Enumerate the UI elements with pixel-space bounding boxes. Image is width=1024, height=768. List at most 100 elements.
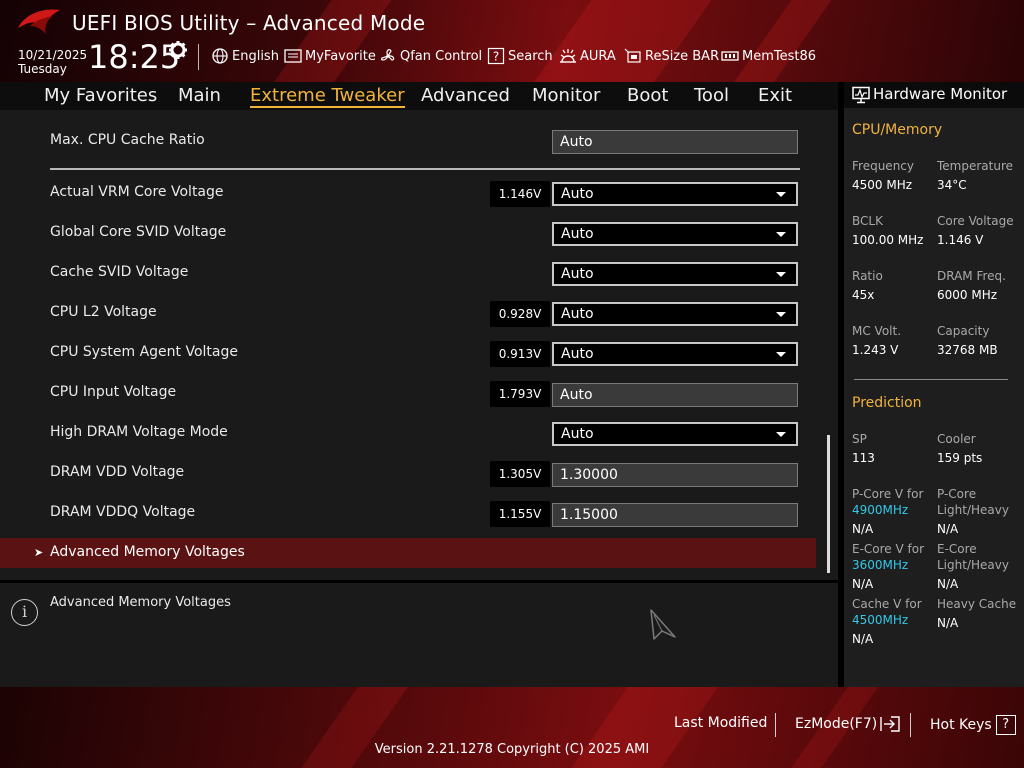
voltage-readout: 0.928V bbox=[490, 301, 550, 327]
voltage-readout: 1.305V bbox=[490, 461, 550, 487]
tab-main[interactable]: Main bbox=[178, 85, 221, 106]
search-label: Search bbox=[508, 48, 553, 64]
ratio-label: Ratio bbox=[852, 269, 883, 283]
setting-row-high-dram-voltage-mode: High DRAM Voltage Mode Auto bbox=[0, 418, 838, 458]
hot-keys-button[interactable]: Hot Keys ? bbox=[930, 715, 1016, 735]
voltage-readout: 1.146V bbox=[490, 181, 550, 207]
tab-exit[interactable]: Exit bbox=[758, 85, 792, 106]
scrollbar[interactable] bbox=[827, 435, 830, 573]
actual-vrm-core-voltage-select[interactable]: Auto bbox=[552, 182, 798, 206]
cache-v-value: N/A bbox=[852, 632, 874, 646]
dram-freq-label: DRAM Freq. bbox=[937, 269, 1006, 283]
help-key-icon: ? bbox=[995, 715, 1016, 735]
last-modified-button[interactable]: Last Modified bbox=[674, 715, 767, 731]
rog-logo-icon bbox=[18, 9, 60, 34]
chevron-down-icon bbox=[776, 232, 786, 237]
tab-extreme-tweaker[interactable]: Extreme Tweaker bbox=[250, 85, 405, 108]
info-icon: i bbox=[11, 599, 38, 626]
tab-advanced[interactable]: Advanced bbox=[421, 85, 510, 106]
setting-row-cpu-l2-voltage: CPU L2 Voltage 0.928V Auto bbox=[0, 298, 838, 338]
submenu-label: Advanced Memory Voltages bbox=[50, 544, 245, 560]
app-title: UEFI BIOS Utility – Advanced Mode bbox=[72, 11, 426, 35]
tab-my-favorites[interactable]: My Favorites bbox=[44, 85, 157, 106]
setting-row-dram-vddq-voltage: DRAM VDDQ Voltage 1.155V 1.15000 bbox=[0, 498, 838, 538]
aura-label: AURA bbox=[580, 48, 616, 64]
gear-icon[interactable] bbox=[168, 40, 188, 60]
aura-button[interactable]: AURA bbox=[559, 46, 616, 66]
sp-label: SP bbox=[852, 432, 867, 446]
select-value: Auto bbox=[561, 226, 594, 242]
setting-label: High DRAM Voltage Mode bbox=[50, 424, 228, 440]
cache-svid-voltage-select[interactable]: Auto bbox=[552, 262, 798, 286]
footer-divider bbox=[910, 713, 911, 737]
submenu-advanced-memory-voltages[interactable]: ➤ Advanced Memory Voltages bbox=[0, 538, 816, 568]
ratio-value: 45x bbox=[852, 288, 875, 302]
monitor-icon bbox=[852, 86, 870, 104]
qfan-control-button[interactable]: Qfan Control bbox=[379, 46, 482, 66]
bclk-label: BCLK bbox=[852, 214, 883, 228]
hardware-monitor-divider bbox=[854, 379, 1008, 380]
memtest-label: MemTest86 bbox=[742, 48, 817, 64]
dram-freq-value: 6000 MHz bbox=[937, 288, 998, 302]
select-value: Auto bbox=[561, 426, 594, 442]
cpu-l2-voltage-select[interactable]: Auto bbox=[552, 302, 798, 326]
tab-boot[interactable]: Boot bbox=[627, 85, 668, 106]
tab-monitor[interactable]: Monitor bbox=[532, 85, 600, 106]
setting-label: CPU Input Voltage bbox=[50, 384, 177, 400]
title-bar: UEFI BIOS Utility – Advanced Mode 10/21/… bbox=[0, 0, 1024, 82]
select-value: Auto bbox=[561, 186, 594, 202]
dram-vddq-voltage-input[interactable]: 1.15000 bbox=[552, 503, 798, 527]
dram-vdd-voltage-input[interactable]: 1.30000 bbox=[552, 463, 798, 487]
ezmode-button[interactable]: EzMode(F7) bbox=[795, 715, 901, 733]
exit-to-ezmode-icon bbox=[880, 716, 900, 732]
myfavorite-button[interactable]: MyFavorite bbox=[284, 46, 376, 66]
myfavorite-label: MyFavorite bbox=[305, 48, 376, 64]
pcore-lh-label-2: Light/Heavy bbox=[937, 503, 1009, 517]
setting-row-global-core-svid-voltage: Global Core SVID Voltage Auto bbox=[0, 218, 838, 258]
heavy-cache-label: Heavy Cache bbox=[937, 597, 1017, 611]
memtest-button[interactable]: MemTest86 bbox=[721, 46, 816, 66]
cpu-input-voltage-input[interactable]: Auto bbox=[552, 383, 798, 407]
svg-text:?: ? bbox=[493, 50, 499, 64]
language-label: English bbox=[232, 48, 279, 64]
temperature-label: Temperature bbox=[937, 159, 1014, 173]
main-tab-bar: My Favorites Main Extreme Tweaker Advanc… bbox=[0, 82, 838, 110]
setting-row-cpu-system-agent-voltage: CPU System Agent Voltage 0.913V Auto bbox=[0, 338, 838, 378]
setting-row-max-cpu-cache-ratio: Max. CPU Cache Ratio Auto bbox=[0, 120, 838, 160]
language-button[interactable]: English bbox=[211, 46, 279, 66]
select-value: Auto bbox=[561, 266, 594, 282]
pcore-v-frequency: 4900MHz bbox=[852, 503, 909, 517]
setting-label: CPU System Agent Voltage bbox=[50, 344, 238, 360]
submenu-arrow-icon: ➤ bbox=[34, 546, 44, 559]
voltage-readout: 1.155V bbox=[490, 501, 550, 527]
hot-keys-label: Hot Keys bbox=[930, 717, 992, 733]
voltage-readout: 0.913V bbox=[490, 341, 550, 367]
setting-row-dram-vdd-voltage: DRAM VDD Voltage 1.305V 1.30000 bbox=[0, 458, 838, 498]
max-cpu-cache-ratio-input[interactable]: Auto bbox=[552, 130, 798, 154]
cpu-system-agent-voltage-select[interactable]: Auto bbox=[552, 342, 798, 366]
mouse-cursor-icon bbox=[650, 609, 676, 640]
high-dram-voltage-mode-select[interactable]: Auto bbox=[552, 422, 798, 446]
setting-label: CPU L2 Voltage bbox=[50, 304, 157, 320]
pcore-v-label: P-Core V for bbox=[852, 487, 924, 501]
version-text: Version 2.21.1278 Copyright (C) 2025 AMI bbox=[374, 742, 650, 757]
chevron-down-icon bbox=[776, 192, 786, 197]
search-help-icon: ? bbox=[487, 47, 505, 65]
fan-icon bbox=[380, 49, 395, 61]
sp-value: 113 bbox=[852, 451, 875, 465]
ecore-v-label: E-Core V for bbox=[852, 542, 925, 556]
resize-bar-button[interactable]: ReSize BAR bbox=[624, 46, 719, 66]
tab-tool[interactable]: Tool bbox=[694, 85, 729, 106]
prediction-heading: Prediction bbox=[852, 395, 922, 411]
search-button[interactable]: ? Search bbox=[487, 46, 553, 66]
global-core-svid-voltage-select[interactable]: Auto bbox=[552, 222, 798, 246]
capacity-label: Capacity bbox=[937, 324, 990, 338]
ecore-lh-value: N/A bbox=[937, 577, 959, 591]
select-value: Auto bbox=[561, 346, 594, 362]
setting-label: Cache SVID Voltage bbox=[50, 264, 189, 280]
resize-bar-icon bbox=[624, 48, 641, 63]
cache-v-frequency: 4500MHz bbox=[852, 613, 909, 627]
capacity-value: 32768 MB bbox=[937, 343, 998, 357]
footer-divider bbox=[775, 713, 776, 737]
weekday-display: Tuesday bbox=[18, 62, 67, 76]
